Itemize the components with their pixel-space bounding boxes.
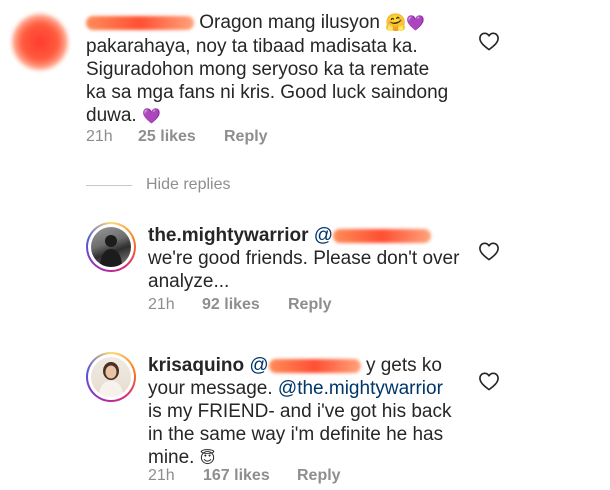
purple-heart-emoji: 💜 [141,108,161,125]
reply-line-4: in the same way i'm definite he has [148,424,444,445]
reply-button[interactable]: Reply [297,467,341,485]
username[interactable]: krisaquino [148,355,244,376]
divider-line [86,184,132,186]
timestamp: 21h [86,128,113,145]
mention[interactable]: @the.mightywarrior [278,378,443,399]
person-portrait-icon [99,362,123,397]
reply-comment: krisaquino @ y gets ko your message. @th… [0,340,610,490]
heart-outline-icon[interactable] [478,241,500,261]
reply-text: krisaquino @ y gets ko your message. @th… [148,354,478,470]
halo-emoji: 😇 [199,450,216,467]
comment: Oragon mang ilusyon 🤗💜 pakarahaya, noy t… [0,0,610,160]
redacted-mention [268,358,361,373]
likes-count[interactable]: 92 likes [202,296,288,314]
avatar[interactable] [12,14,68,70]
avatar[interactable] [91,357,131,397]
avatar[interactable] [91,227,131,267]
username[interactable]: the.mightywarrior [148,225,308,246]
hugging-emoji: 🤗 [385,13,407,32]
person-silhouette-icon [100,235,122,267]
hide-replies-toggle[interactable]: Hide replies [86,176,230,194]
purple-heart-emoji: 💜 [406,15,426,32]
hide-replies-label[interactable]: Hide replies [146,176,230,194]
timestamp: 21h [148,467,175,484]
heart-outline-icon[interactable] [478,371,500,391]
reply-line-5: mine. [148,447,195,468]
comment-text: Oragon mang ilusyon 🤗💜 pakarahaya, noy t… [86,11,496,128]
reply-line-2: your message. [148,378,273,399]
reply-text: the.mightywarrior @ we're good friends. … [148,224,468,293]
reply-line-2: analyze... [148,271,230,292]
mention[interactable]: @ [249,355,361,376]
heart-outline-icon[interactable] [478,31,500,51]
reply-meta: 21h 92 likes Reply [148,296,332,314]
timestamp: 21h [148,296,175,313]
reply-line-3: is my FRIEND- and i've got his back [148,401,452,422]
comment-line-5: duwa. [86,105,137,126]
reply-line-1-rest: y gets ko [365,355,442,376]
comment-line-3: Siguradohon mong seryoso ka ta remate [86,59,430,80]
reply-button[interactable]: Reply [224,128,268,146]
redacted-username[interactable] [86,15,194,30]
comment-meta: 21h 25 likes Reply [86,128,268,146]
comment-line-4: ka sa mga fans ni kris. Good luck saindo… [86,82,449,103]
likes-count[interactable]: 25 likes [138,128,224,146]
comment-line-2: pakarahaya, noy ta tibaad madisata ka. [86,36,418,57]
reply-comment: the.mightywarrior @ we're good friends. … [0,210,610,330]
redacted-mention [333,228,432,243]
reply-button[interactable]: Reply [288,296,332,314]
likes-count[interactable]: 167 likes [203,467,297,485]
mention[interactable]: @ [314,225,432,246]
reply-line-1: we're good friends. Please don't over [148,248,460,269]
reply-meta: 21h 167 likes Reply [148,467,341,485]
comment-line-1: Oragon mang ilusyon [199,12,380,33]
